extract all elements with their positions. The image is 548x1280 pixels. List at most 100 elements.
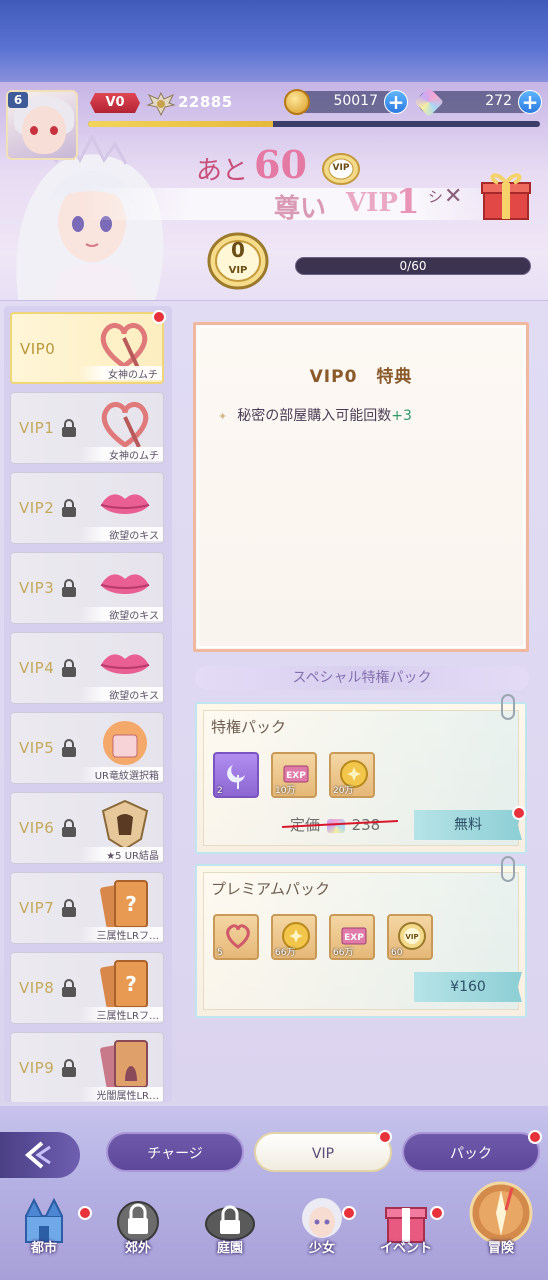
vip-item-reward-caption: 三属性LRフ…: [79, 1007, 163, 1021]
moon-wand-icon: [227, 765, 245, 789]
bottom-navigation: 都市 郊外 庭園 少女 イベント 冒険: [0, 1181, 548, 1280]
benefit-title-vip: VIP0: [309, 367, 358, 387]
vip-item-reward-caption: 女神のムチ: [79, 447, 163, 461]
exp-bar: [88, 121, 540, 127]
nav-adventure[interactable]: 冒険: [458, 1181, 544, 1268]
svg-text:EXP: EXP: [344, 933, 364, 943]
player-level: 6: [8, 92, 28, 108]
vip-medal-icon: VIP: [398, 922, 426, 950]
vip-item-label: VIP0: [20, 340, 56, 358]
vip-list-item[interactable]: VIP5 UR竜紋選択箱: [10, 712, 164, 784]
premium-item-slot[interactable]: VIP 60: [387, 914, 433, 960]
paperclip-icon: [501, 694, 515, 720]
lock-icon: [62, 499, 76, 517]
kiss-lips-icon: [100, 494, 150, 514]
gift-box-icon[interactable]: [478, 167, 534, 223]
close-icon[interactable]: ✕: [444, 184, 462, 209]
premium-item-slot[interactable]: 66万: [271, 914, 317, 960]
exp-bar-fill: [88, 121, 274, 127]
nav-label: 都市: [30, 1241, 57, 1256]
vip-list-item[interactable]: VIP9 光闇属性LR…: [10, 1032, 164, 1102]
vip-list-item[interactable]: VIP8 ? 三属性LRフ…: [10, 952, 164, 1024]
premium-pack-title: プレミアムパック: [211, 880, 330, 898]
gold-value: 50017: [333, 93, 378, 109]
power-value: 22885: [178, 93, 233, 111]
add-gold-button[interactable]: +: [384, 90, 408, 114]
item-count: 66万: [333, 948, 354, 958]
svg-text:VIP: VIP: [405, 933, 418, 941]
heart-wand-icon: [226, 924, 250, 949]
vip-list-item[interactable]: VIP1 女神のムチ: [10, 392, 164, 464]
benefit-line-text: 秘密の部屋購入可能回数: [237, 408, 392, 424]
item-count: 10万: [275, 786, 296, 796]
nav-suburb[interactable]: 郊外: [98, 1188, 178, 1268]
gold-resource: 50017 +: [284, 89, 408, 115]
heart-wand-icon: [101, 402, 149, 449]
vip-list-item[interactable]: VIP3 欲望のキス: [10, 552, 164, 624]
vip-points-icon-label: VIP: [332, 163, 350, 173]
benefit-title-word: 特典: [376, 367, 413, 387]
svg-text:?: ?: [125, 972, 137, 996]
vip-level-badge: V0: [90, 93, 140, 113]
vip-item-label: VIP6: [19, 819, 55, 837]
tab-vip[interactable]: VIP: [254, 1132, 392, 1172]
vip-list-item[interactable]: VIP2 欲望のキス: [10, 472, 164, 544]
gem-resource: 272 +: [414, 87, 542, 117]
svg-text:?: ?: [125, 892, 137, 916]
privilege-item-slot[interactable]: 20万: [329, 752, 375, 798]
nav-label: 冒険: [487, 1241, 514, 1256]
lock-icon: [62, 819, 76, 837]
tab-charge[interactable]: チャージ: [106, 1132, 244, 1172]
nav-event[interactable]: イベント: [366, 1188, 446, 1268]
item-count: 60: [391, 948, 403, 958]
vip-item-label: VIP7: [19, 899, 55, 917]
vip-item-reward-caption: ★5 UR結晶: [79, 847, 163, 861]
nav-label: イベント: [379, 1241, 432, 1256]
premium-item-slot[interactable]: 5: [213, 914, 259, 960]
notification-dot: [78, 1206, 92, 1220]
notification-dot: [528, 1130, 542, 1144]
banner-target-level: 1: [396, 182, 420, 222]
vip-item-label: VIP9: [19, 1059, 55, 1077]
premium-item-slot[interactable]: EXP 66万: [329, 914, 375, 960]
gold-coin-icon: [284, 89, 310, 115]
benefit-title: VIP0 特典: [193, 362, 529, 387]
vip-list-item[interactable]: VIP7 ? 三属性LRフ…: [10, 872, 164, 944]
vip-list-item[interactable]: VIP0 女神のムチ: [10, 310, 166, 384]
claim-free-button[interactable]: 無料: [414, 810, 522, 840]
nav-label: 庭園: [216, 1241, 243, 1256]
item-count: 2: [217, 786, 223, 796]
back-button[interactable]: [0, 1132, 80, 1178]
privilege-item-slot[interactable]: 2: [213, 752, 259, 798]
lock-icon: [62, 739, 76, 757]
notification-dot: [342, 1206, 356, 1220]
sparkle-icon: ✦: [218, 410, 228, 423]
nav-city[interactable]: 都市: [4, 1188, 92, 1268]
vip-list-item[interactable]: VIP6 ★5 UR結晶: [10, 792, 164, 864]
old-price-value: 238: [351, 816, 381, 834]
vip-item-label: VIP8: [19, 979, 55, 997]
kiss-lips-icon: [100, 654, 150, 674]
item-count: 20万: [333, 786, 354, 796]
current-vip-level: 0: [231, 238, 245, 262]
vip-item-label: VIP3: [19, 579, 55, 597]
lock-icon: [62, 1059, 76, 1077]
vip-list-item[interactable]: VIP4 欲望のキス: [10, 632, 164, 704]
paperclip-icon: [501, 856, 515, 882]
lock-icon: [62, 419, 76, 437]
banner-remaining-prefix: あと: [196, 156, 249, 186]
vip-item-reward-caption: 欲望のキス: [79, 607, 163, 621]
nav-girl[interactable]: 少女: [282, 1188, 362, 1268]
banner-remaining-points: 60: [254, 142, 307, 187]
buy-premium-button[interactable]: ¥160: [414, 972, 522, 1002]
mystery-card-icon: ?: [100, 960, 148, 1009]
banner-line-prefix: 尊い: [274, 194, 327, 224]
banner-suffix: シ: [428, 188, 444, 206]
tab-pack[interactable]: パック: [402, 1132, 540, 1172]
vip-points-icon: VIP: [321, 152, 361, 186]
privilege-item-slot[interactable]: EXP 10万: [271, 752, 317, 798]
add-gem-button[interactable]: +: [518, 90, 542, 114]
vip-level-list[interactable]: VIP0 女神のムチ VIP1 女神のムチ VIP2 欲望のキス VIP3 欲望…: [4, 306, 172, 1102]
vip-item-label: VIP1: [19, 419, 55, 437]
nav-garden[interactable]: 庭園: [190, 1188, 270, 1268]
